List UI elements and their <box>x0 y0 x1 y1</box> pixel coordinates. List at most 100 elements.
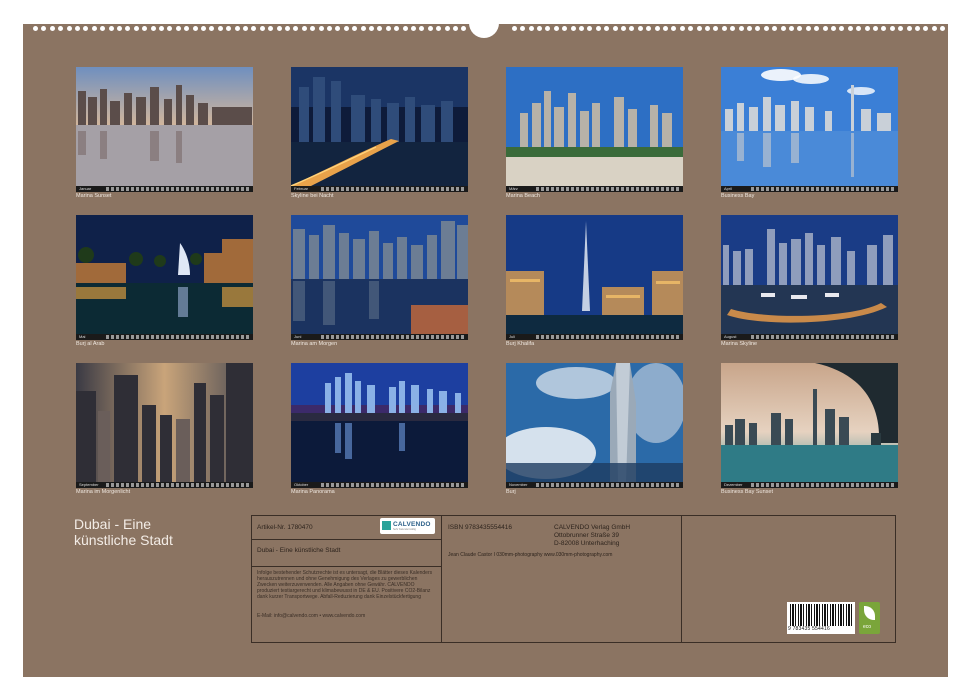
spiral-hole <box>108 26 114 31</box>
spiral-hole <box>394 26 400 31</box>
spiral-hole <box>352 26 358 31</box>
month-thumbnail: April <box>721 67 898 192</box>
month-thumbnail: März <box>506 67 683 192</box>
spiral-hole <box>427 26 433 31</box>
spiral-hole <box>604 26 610 31</box>
spiral-hole <box>940 26 946 31</box>
spiral-hole <box>805 26 811 31</box>
spiral-hole <box>436 26 442 31</box>
spiral-hole <box>822 26 828 31</box>
spiral-hole <box>679 26 685 31</box>
spiral-hole <box>184 26 190 31</box>
spiral-hole <box>713 26 719 31</box>
spiral-hole <box>915 26 920 31</box>
spiral-hole <box>797 26 803 31</box>
spiral-hole <box>873 26 878 31</box>
publisher-city: D-82008 Unterhaching <box>554 540 620 547</box>
photo-caption: Marina Skyline <box>721 341 758 347</box>
burj-al-arab-photo <box>76 215 253 340</box>
photo-caption: Burj <box>506 489 516 495</box>
spiral-hole <box>528 26 534 31</box>
photo-caption: Marina Sunset <box>76 193 112 199</box>
spiral-hole <box>856 26 862 31</box>
calvendo-logo-icon <box>382 521 391 530</box>
spiral-hole <box>646 26 652 31</box>
photo-caption: Skyline bei Nacht <box>291 193 334 199</box>
spiral-hole <box>33 26 38 31</box>
spiral-hole <box>553 26 559 31</box>
photo-caption: Marina Beach <box>506 193 540 199</box>
spiral-hole <box>772 26 778 31</box>
spiral-hole <box>385 26 391 31</box>
spiral-hole <box>419 26 425 31</box>
spiral-hole <box>587 26 593 31</box>
spiral-hole <box>696 26 702 31</box>
spiral-hole <box>234 26 240 31</box>
spiral-hole <box>738 26 744 31</box>
spiral-hole <box>931 26 937 31</box>
photo-caption: Marina im Morgenlicht <box>76 489 131 495</box>
title-line-1: Dubai - Eine <box>74 516 152 532</box>
spiral-hole <box>688 26 694 31</box>
spiral-hole <box>881 26 887 31</box>
spiral-hole <box>847 26 853 31</box>
spiral-hole <box>251 26 257 31</box>
spiral-hole <box>75 26 80 31</box>
spiral-hole <box>612 26 618 31</box>
spiral-hole <box>310 26 316 31</box>
leaf-icon <box>864 606 875 620</box>
burj-khalifa-photo <box>506 215 683 340</box>
month-thumbnail: September <box>76 363 253 488</box>
photo-caption: Business Bay <box>721 193 755 199</box>
photo-caption: Burj Khalifa <box>506 341 535 347</box>
spiral-hole <box>654 26 660 31</box>
title-line-2: künstliche Stadt <box>74 532 173 548</box>
article-number: Artikel-Nr. 1780470 <box>257 524 313 531</box>
month-thumbnail: November <box>506 363 683 488</box>
business-bay-photo <box>721 67 898 192</box>
spiral-hole <box>839 26 845 31</box>
month-thumbnail: Juli <box>506 215 683 340</box>
spiral-hole <box>402 26 408 31</box>
spiral-hole <box>142 26 148 31</box>
publisher-name: CALVENDO Verlag GmbH <box>554 524 631 531</box>
spiral-hole <box>49 26 55 31</box>
spiral-hole <box>537 26 542 31</box>
month-thumbnail: Februar <box>291 67 468 192</box>
spiral-hole <box>511 26 517 31</box>
spiral-hole <box>461 26 467 31</box>
spiral-hole <box>747 26 752 31</box>
barcode-number: 9 783435 554416 <box>788 626 830 632</box>
spiral-hole <box>327 26 332 31</box>
spiral-hole <box>66 26 72 31</box>
spiral-hole <box>377 26 383 31</box>
spiral-hole <box>167 26 173 31</box>
spiral-hole <box>217 26 223 31</box>
month-thumbnail: Dezember <box>721 363 898 488</box>
spiral-hole <box>595 26 601 31</box>
spiral-hole <box>133 26 139 31</box>
spiral-hole <box>192 26 198 31</box>
spiral-hole <box>159 26 164 31</box>
eco-badge: eco <box>859 602 880 634</box>
marina-panorama-photo <box>291 363 468 488</box>
spiral-hole <box>864 26 870 31</box>
spiral-hole <box>285 26 290 31</box>
spiral-hole <box>58 26 64 31</box>
spiral-hole <box>629 26 635 31</box>
spiral-hole <box>293 26 299 31</box>
spiral-hole <box>562 26 568 31</box>
spiral-hole <box>100 26 106 31</box>
photo-caption: Burj al Arab <box>76 341 105 347</box>
spiral-hole <box>301 26 307 31</box>
spiral-hole <box>318 26 324 31</box>
marina-skyline-photo <box>721 215 898 340</box>
spiral-hole <box>226 26 232 31</box>
marina-morning-photo <box>291 215 468 340</box>
spiral-hole <box>730 26 736 31</box>
spiral-hole <box>705 26 710 31</box>
calendar-subtitle: Dubai - Eine künstliche Stadt <box>257 547 341 554</box>
isbn: ISBN 9783435554416 <box>448 524 512 531</box>
spiral-hole <box>831 26 836 31</box>
spiral-hole <box>83 26 89 31</box>
